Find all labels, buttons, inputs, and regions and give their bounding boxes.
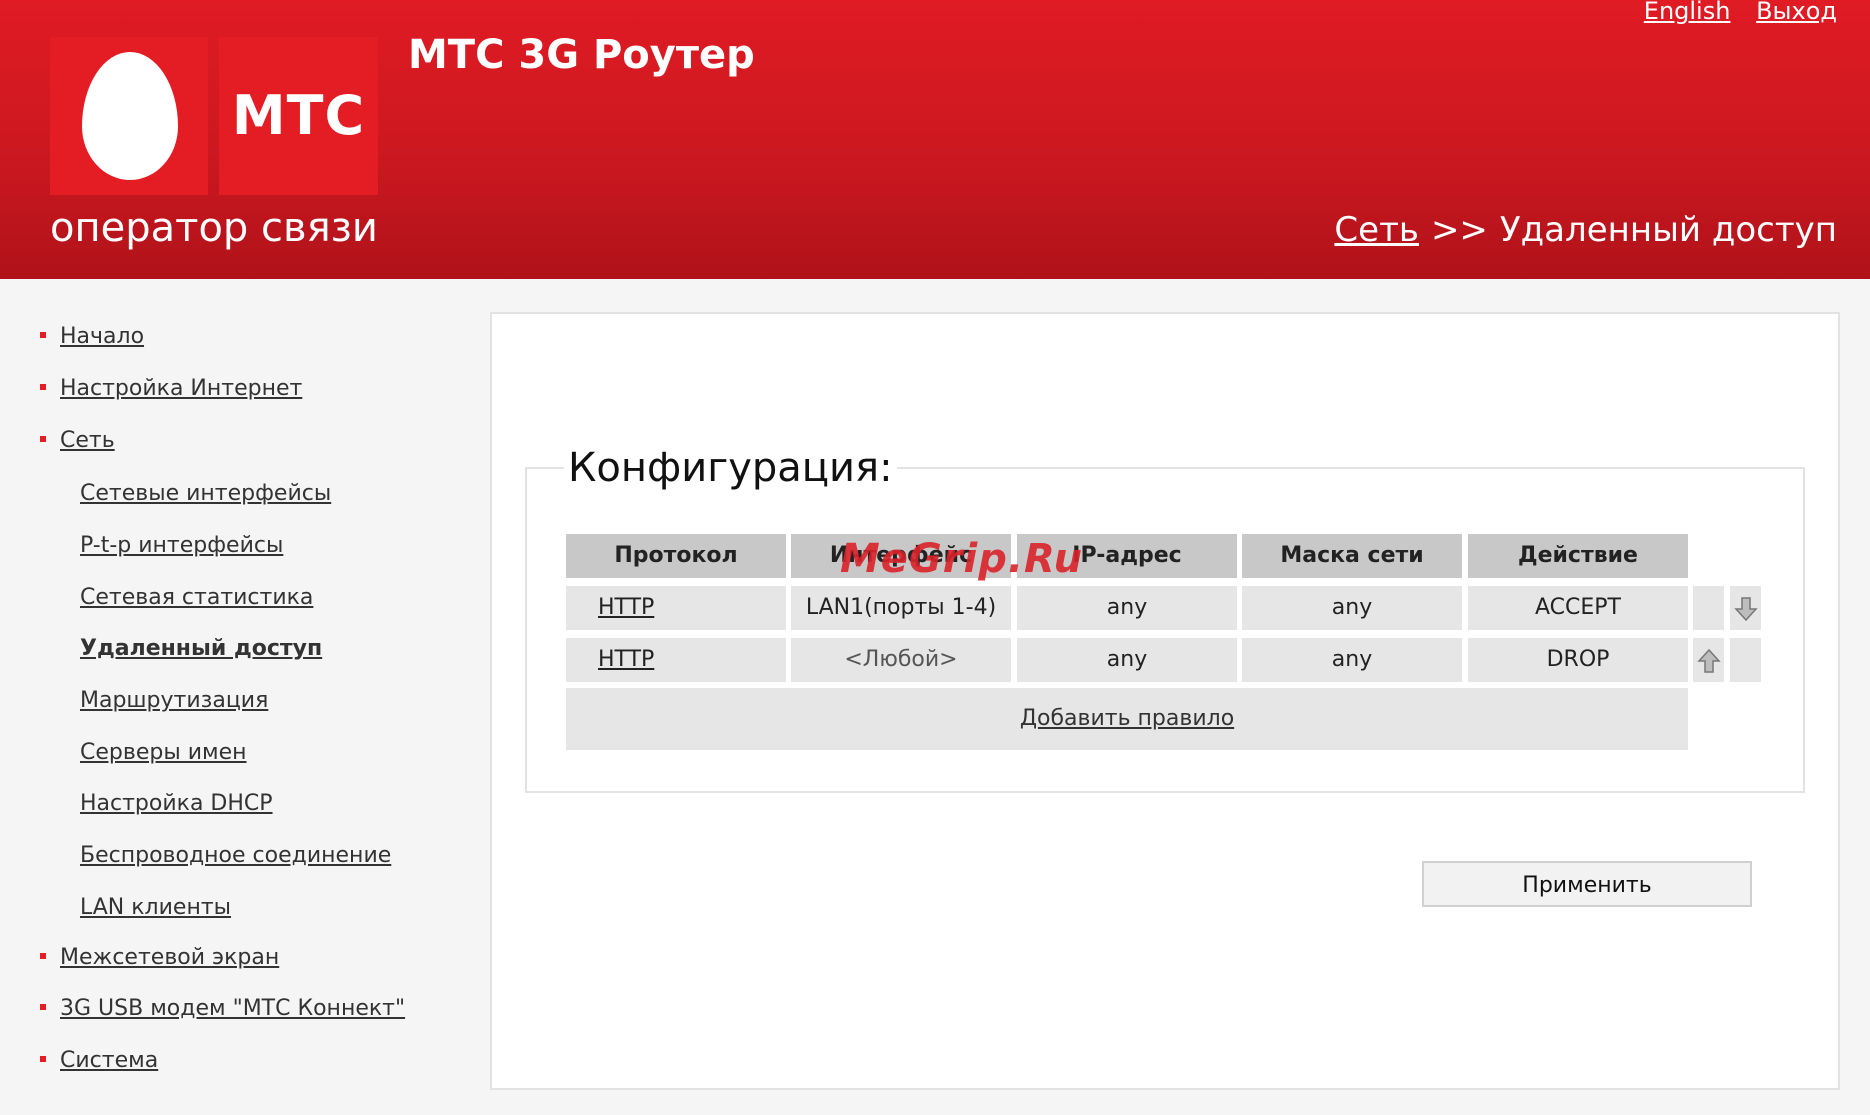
arrow-down-icon[interactable] bbox=[1730, 586, 1761, 630]
breadcrumb: Сеть >> Удаленный доступ bbox=[1334, 208, 1837, 252]
breadcrumb-parent[interactable]: Сеть bbox=[1334, 210, 1419, 250]
column-header-mask: Маска сети bbox=[1242, 534, 1462, 578]
add-rule-link[interactable]: Добавить правило bbox=[1020, 706, 1234, 731]
table-row-2-protocol[interactable]: HTTP bbox=[566, 638, 786, 682]
sidebar-item-ptp[interactable]: P-t-p интерфейсы bbox=[80, 531, 283, 561]
sidebar-item-label[interactable]: 3G USB модем "МТС Коннект" bbox=[60, 996, 405, 1021]
sidebar-item-3g-modem[interactable]: 3G USB модем "МТС Коннект" bbox=[40, 994, 405, 1024]
sidebar-item-remote-access[interactable]: Удаленный доступ bbox=[80, 634, 322, 664]
sidebar-item-statistics[interactable]: Сетевая статистика bbox=[80, 583, 313, 613]
sidebar-item-label[interactable]: Удаленный доступ bbox=[80, 636, 322, 661]
column-header-action: Действие bbox=[1468, 534, 1688, 578]
table-row-1-interface: LAN1(порты 1-4) bbox=[791, 586, 1011, 630]
slogan: оператор связи bbox=[50, 205, 378, 251]
protocol-link[interactable]: HTTP bbox=[598, 595, 654, 620]
sidebar-item-label[interactable]: Маршрутизация bbox=[80, 688, 268, 713]
sidebar-item-system[interactable]: Система bbox=[40, 1046, 158, 1076]
sidebar-item-label[interactable]: Начало bbox=[60, 324, 144, 349]
sidebar-item-firewall[interactable]: Межсетевой экран bbox=[40, 943, 279, 973]
table-row-1-mask: any bbox=[1242, 586, 1462, 630]
sidebar-item-label[interactable]: LAN клиенты bbox=[80, 895, 231, 920]
sidebar-item-label[interactable]: P-t-p интерфейсы bbox=[80, 533, 283, 558]
table-row-2-action: DROP bbox=[1468, 638, 1688, 682]
sidebar-item-home[interactable]: Начало bbox=[40, 322, 144, 352]
config-legend: Конфигурация: bbox=[564, 442, 897, 494]
sidebar-item-label[interactable]: Беспроводное соединение bbox=[80, 843, 391, 868]
table-row-2-interface: <Любой> bbox=[791, 638, 1011, 682]
table-row-2-ip: any bbox=[1017, 638, 1237, 682]
bullet-icon bbox=[40, 953, 46, 959]
sidebar-item-label[interactable]: Межсетевой экран bbox=[60, 945, 279, 970]
bullet-icon bbox=[40, 436, 46, 442]
sidebar-item-label[interactable]: Сеть bbox=[60, 428, 115, 453]
header: МТС оператор связи МТС 3G Роутер English… bbox=[0, 0, 1870, 279]
row-2-down-slot bbox=[1730, 638, 1761, 682]
app-title: МТС 3G Роутер bbox=[408, 32, 755, 78]
table-row-2-mask: any bbox=[1242, 638, 1462, 682]
table-row-1-action: ACCEPT bbox=[1468, 586, 1688, 630]
sidebar-item-routing[interactable]: Маршрутизация bbox=[80, 686, 268, 716]
sidebar-item-label[interactable]: Сетевая статистика bbox=[80, 585, 313, 610]
bullet-icon bbox=[40, 1004, 46, 1010]
logout-link[interactable]: Выход bbox=[1756, 0, 1837, 25]
sidebar-item-dhcp[interactable]: Настройка DHCP bbox=[80, 789, 273, 819]
sidebar-item-label[interactable]: Настройка DHCP bbox=[80, 791, 273, 816]
sidebar-item-internet[interactable]: Настройка Интернет bbox=[40, 374, 302, 404]
top-links: English Выход bbox=[1626, 0, 1837, 26]
sidebar-item-dns[interactable]: Серверы имен bbox=[80, 738, 247, 768]
arrow-up-icon[interactable] bbox=[1693, 638, 1724, 682]
table-row-1-ip: any bbox=[1017, 586, 1237, 630]
sidebar-item-label[interactable]: Система bbox=[60, 1048, 158, 1073]
column-header-protocol: Протокол bbox=[566, 534, 786, 578]
bullet-icon bbox=[40, 384, 46, 390]
breadcrumb-separator: >> bbox=[1430, 210, 1488, 250]
add-rule-row: Добавить правило bbox=[566, 688, 1688, 750]
english-link[interactable]: English bbox=[1644, 0, 1731, 25]
sidebar-item-label[interactable]: Сетевые интерфейсы bbox=[80, 481, 331, 506]
bullet-icon bbox=[40, 1056, 46, 1062]
sidebar-item-label[interactable]: Серверы имен bbox=[80, 740, 247, 765]
apply-button[interactable]: Применить bbox=[1422, 861, 1752, 907]
row-1-up-slot bbox=[1693, 586, 1724, 630]
sidebar-item-lan-clients[interactable]: LAN клиенты bbox=[80, 893, 231, 923]
protocol-link[interactable]: HTTP bbox=[598, 647, 654, 672]
watermark: MeGrip.Ru bbox=[840, 536, 1084, 582]
logo-text: МТС bbox=[231, 84, 366, 147]
sidebar-item-interfaces[interactable]: Сетевые интерфейсы bbox=[80, 479, 331, 509]
bullet-icon bbox=[40, 332, 46, 338]
breadcrumb-current: Удаленный доступ bbox=[1499, 210, 1837, 250]
sidebar-item-label[interactable]: Настройка Интернет bbox=[60, 376, 302, 401]
sidebar-item-wireless[interactable]: Беспроводное соединение bbox=[80, 841, 391, 871]
table-row-1-protocol[interactable]: HTTP bbox=[566, 586, 786, 630]
sidebar-item-network[interactable]: Сеть bbox=[40, 426, 115, 456]
